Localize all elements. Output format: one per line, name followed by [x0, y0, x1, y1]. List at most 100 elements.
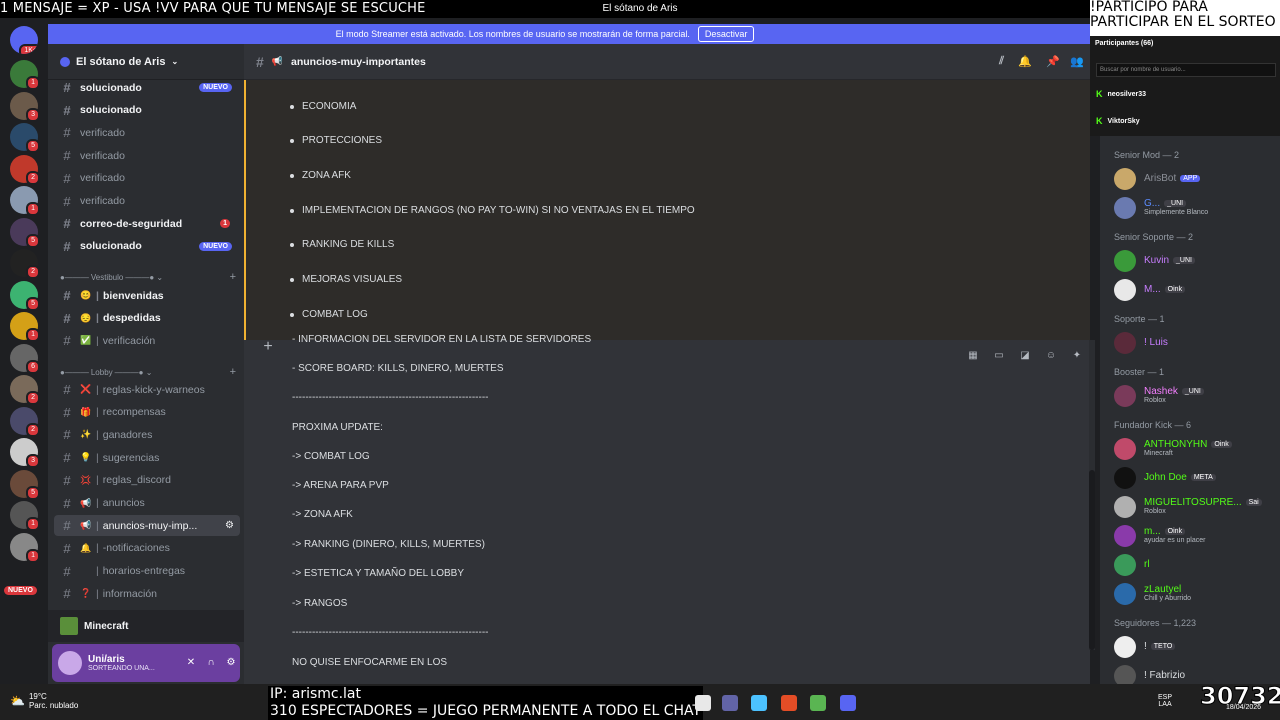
discord-icon[interactable] [840, 695, 856, 711]
gif-icon[interactable]: ▭ [992, 350, 1006, 364]
channel-header: # 📢 anuncios-muy-importantes ⫽ 🔔 📌 👥 [244, 44, 1090, 80]
member-item[interactable]: ! Luis [1114, 330, 1274, 356]
bell-icon[interactable]: 🔔 [1018, 55, 1032, 68]
weather-widget[interactable]: ⛅ 19°C Parc. nublado [10, 692, 78, 710]
channel-item[interactable]: # 🎁 | recompensas [54, 402, 240, 423]
channel-item[interactable]: # 📢 | anuncios-muy-imp... ⚙ [54, 515, 240, 537]
browser-icon[interactable] [781, 695, 797, 711]
channel-item[interactable]: # ❌ | reglas-kick-y-warneos [54, 379, 240, 400]
channel-item[interactable]: # | horarios-entregas [54, 561, 240, 582]
member-item[interactable]: rl [1114, 552, 1274, 578]
channel-item[interactable]: # verificado [54, 122, 240, 143]
pin-icon[interactable]: 📌 [1046, 55, 1060, 68]
participant-search-input[interactable]: Buscar por nombre de usuario... [1096, 63, 1276, 77]
channel-item[interactable]: # ✅ | verificación [54, 330, 240, 351]
add-channel-icon[interactable]: + [230, 366, 236, 378]
scrollbar-thumb[interactable] [1089, 470, 1095, 650]
home-button[interactable]: 1K+ [10, 26, 38, 54]
server-header[interactable]: El sótano de Aris ⌄ [48, 44, 244, 80]
member-item[interactable]: ArisBot APP [1114, 166, 1274, 192]
server-icon[interactable]: 6 [10, 343, 40, 374]
server-icon[interactable]: 2 [10, 249, 40, 279]
channel-name: solucionado [80, 240, 142, 253]
server-icon[interactable]: 3 [10, 438, 40, 468]
add-reaction-icon[interactable]: + [258, 338, 278, 358]
channel-item[interactable]: # ❓ | información [54, 583, 240, 604]
channel-item[interactable]: # 🔔 | -notificaciones [54, 538, 240, 559]
sticker-icon[interactable]: ◪ [1018, 350, 1032, 364]
server-icon[interactable]: 3 [10, 91, 40, 122]
server-icon[interactable]: 5 [10, 123, 40, 153]
avatar[interactable] [58, 651, 82, 675]
member-item[interactable]: G... _UNI Simplemente Blanco [1114, 195, 1274, 221]
add-channel-icon[interactable]: + [230, 271, 236, 283]
apps-icon[interactable]: ✦ [1070, 350, 1084, 364]
server-icon[interactable]: 5 [10, 280, 40, 311]
server-icon[interactable]: 1 [10, 501, 40, 531]
channel-item[interactable]: # 😊 | bienvenidas [54, 285, 240, 306]
server-icon[interactable]: 1 [10, 312, 40, 342]
server-icon[interactable]: 2 [10, 406, 40, 437]
member-name: ANTHONYHN Oink [1144, 439, 1232, 450]
server-badge: 2 [26, 391, 40, 405]
emoji-icon[interactable]: ☺ [1044, 350, 1058, 364]
channel-item[interactable]: # solucionado NUEVO [54, 236, 240, 257]
channel-emoji-icon: 📢 [80, 520, 92, 531]
member-item[interactable]: ! TETO [1114, 634, 1274, 660]
server-icon[interactable]: 1 [10, 532, 40, 563]
hash-icon: # [63, 310, 71, 326]
settings-gear-icon[interactable]: ⚙ [224, 656, 238, 670]
member-item[interactable]: Kuvin _UNI [1114, 248, 1274, 274]
member-item[interactable]: zLautyel Chill y Aburrido [1114, 581, 1274, 607]
file-icon[interactable] [695, 695, 711, 711]
member-name-text: John Doe [1144, 472, 1187, 483]
member-item[interactable]: M... Oink [1114, 277, 1274, 303]
channel-item[interactable]: # 💡 | sugerencias [54, 447, 240, 468]
invite-icon[interactable]: ⚙ [225, 520, 234, 531]
headset-icon[interactable]: ∩ [204, 656, 218, 670]
member-item[interactable]: MIGUELITOSUPRE... Sai Roblox [1114, 494, 1274, 520]
threads-icon[interactable]: ⫽ [999, 55, 1004, 68]
category-name: Lobby [90, 367, 113, 377]
server-icon[interactable]: 2 [10, 154, 40, 185]
channel-item[interactable]: # solucionado [54, 100, 240, 121]
category-vestibulo[interactable]: ●——— Vestibulo ———● ⌄ + [60, 270, 240, 284]
channel-item[interactable]: # correo-de-seguridad 1 [54, 213, 240, 234]
app-icon[interactable]: ▦ [966, 350, 980, 364]
store-icon[interactable] [751, 695, 767, 711]
minecraft-launcher-icon[interactable] [810, 695, 826, 711]
member-item[interactable]: ANTHONYHN Oink Minecraft [1114, 436, 1274, 462]
member-name-text: m... [1144, 526, 1161, 537]
channel-item[interactable]: # 📢 | anuncios [54, 493, 240, 514]
channel-item[interactable]: # verificado [54, 145, 240, 166]
channel-item[interactable]: # 😔 | despedidas [54, 308, 240, 329]
mute-icon[interactable]: ✕ [184, 656, 198, 670]
channel-item[interactable]: # verificado [54, 191, 240, 212]
member-item[interactable]: John Doe META [1114, 465, 1274, 491]
members-icon[interactable]: 👥 [1070, 55, 1084, 68]
channel-item[interactable]: # ✨ | ganadores [54, 424, 240, 445]
server-icon[interactable]: 1 [10, 186, 40, 216]
channel-item[interactable]: # verificado [54, 168, 240, 189]
separator: | [96, 542, 99, 555]
member-tag: _UNI [1181, 387, 1204, 395]
server-icon[interactable]: 2 [10, 375, 40, 405]
server-icon[interactable]: 1 [10, 60, 40, 90]
server-icon[interactable]: 5 [10, 469, 40, 500]
avatar [1114, 168, 1136, 190]
member-item[interactable]: Nashek _UNI Roblox [1114, 383, 1274, 409]
server-icon[interactable]: 5 [10, 217, 40, 248]
language-indicator[interactable]: ESP LAA [1158, 694, 1172, 708]
channel-item[interactable]: # 💢 | reglas_discord [54, 470, 240, 491]
participant-item[interactable]: ViktorSky [1096, 116, 1140, 126]
member-item[interactable]: m... Oink ayudar es un placer [1114, 523, 1274, 549]
category-lobby[interactable]: ●——— Lobby ———● ⌄ + [60, 365, 240, 379]
server-badge: 1 [26, 548, 40, 563]
voice-channel-bar[interactable]: Minecraft [48, 610, 244, 642]
participant-item[interactable]: neosilver33 [1096, 89, 1147, 99]
home-badge: 1K+ [19, 44, 38, 54]
teams-icon[interactable] [722, 695, 738, 711]
member-tag: APP [1180, 174, 1201, 182]
channel-item[interactable]: # solucionado NUEVO [54, 77, 240, 98]
deactivate-streamer-button[interactable]: Desactivar [697, 26, 755, 42]
